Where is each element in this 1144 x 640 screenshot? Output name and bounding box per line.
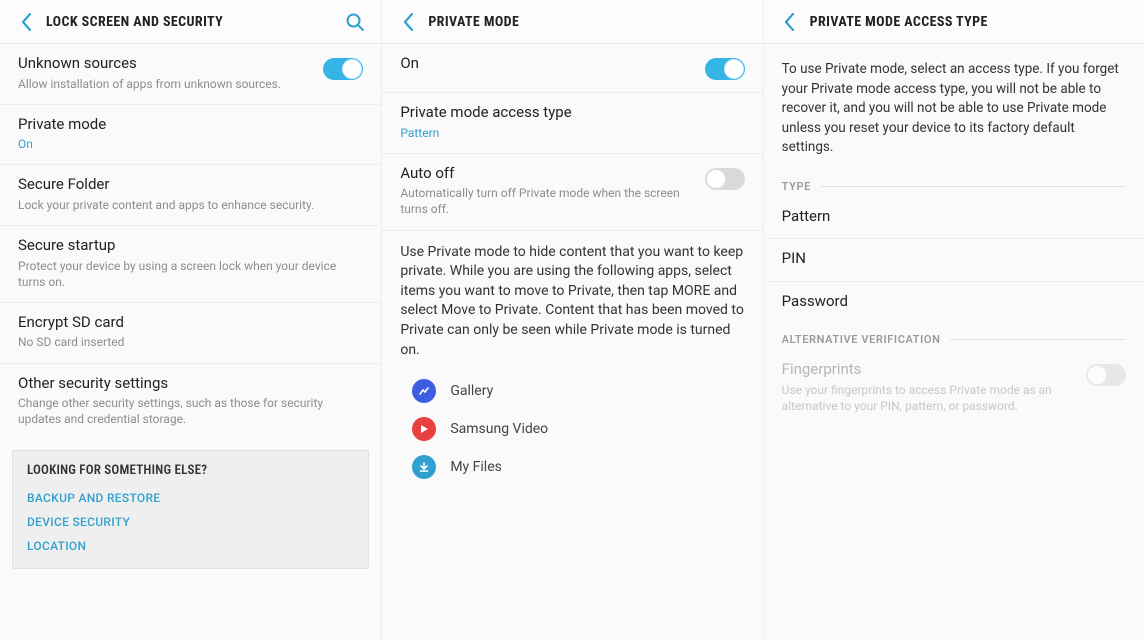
page-title: PRIVATE MODE ACCESS TYPE (810, 14, 1132, 30)
section-alt-verification: ALTERNATIVE VERIFICATION (764, 323, 1144, 350)
header: PRIVATE MODE (382, 0, 762, 44)
footer-link-location[interactable]: LOCATION (27, 534, 354, 558)
back-icon[interactable] (776, 8, 804, 36)
row-sub: Lock your private content and apps to en… (18, 197, 355, 213)
section-label: ALTERNATIVE VERIFICATION (782, 333, 941, 346)
row-title: Auto off (400, 164, 696, 184)
search-icon[interactable] (341, 8, 369, 36)
gallery-icon (412, 379, 436, 403)
row-title: Password (782, 292, 1118, 312)
row-title: Other security settings (18, 374, 355, 394)
option-password[interactable]: Password (764, 282, 1144, 324)
toggle-auto-off[interactable] (705, 168, 745, 190)
row-sub: On (18, 136, 355, 152)
header: LOCK SCREEN AND SECURITY (0, 0, 381, 44)
toggle-unknown-sources[interactable] (323, 58, 363, 80)
toggle-fingerprints (1086, 364, 1126, 386)
row-sub: No SD card inserted (18, 334, 355, 350)
app-gallery: Gallery (412, 372, 744, 410)
section-type: TYPE (764, 170, 1144, 197)
app-label: My Files (450, 459, 502, 475)
row-title: Unknown sources (18, 54, 315, 74)
app-samsung-video: Samsung Video (412, 410, 744, 448)
row-sub: Change other security settings, such as … (18, 395, 355, 427)
row-title: Pattern (782, 207, 1118, 227)
footer-heading: LOOKING FOR SOMETHING ELSE? (27, 463, 354, 478)
row-title: Private mode access type (400, 103, 736, 123)
row-fingerprints: Fingerprints Use your fingerprints to ac… (764, 350, 1144, 426)
row-other-security[interactable]: Other security settings Change other sec… (0, 364, 381, 440)
row-sub: Protect your device by using a screen lo… (18, 258, 355, 290)
divider (950, 339, 1126, 340)
screen-access-type: PRIVATE MODE ACCESS TYPE To use Private … (763, 0, 1144, 640)
row-title: Encrypt SD card (18, 313, 355, 333)
row-sub: Use your fingerprints to access Private … (782, 382, 1078, 414)
footer-link-backup[interactable]: BACKUP AND RESTORE (27, 486, 354, 510)
row-private-mode[interactable]: Private mode On (0, 105, 381, 166)
row-sub: Pattern (400, 125, 736, 141)
row-title: Fingerprints (782, 360, 1078, 380)
row-title: Private mode (18, 115, 355, 135)
footer-card: LOOKING FOR SOMETHING ELSE? BACKUP AND R… (12, 450, 369, 569)
row-title: Secure Folder (18, 175, 355, 195)
header: PRIVATE MODE ACCESS TYPE (764, 0, 1144, 44)
apps-list: Gallery Samsung Video My Files (382, 366, 762, 498)
screen-lock-and-security: LOCK SCREEN AND SECURITY Unknown sources… (0, 0, 381, 640)
back-icon[interactable] (12, 8, 40, 36)
row-title: Secure startup (18, 236, 355, 256)
screen-private-mode: PRIVATE MODE On Private mode access type… (381, 0, 762, 640)
page-title: PRIVATE MODE (428, 14, 750, 30)
app-label: Gallery (450, 383, 493, 399)
toggle-private-mode-on[interactable] (705, 58, 745, 80)
option-pattern[interactable]: Pattern (764, 197, 1144, 240)
row-on[interactable]: On (382, 44, 762, 93)
row-unknown-sources[interactable]: Unknown sources Allow installation of ap… (0, 44, 381, 105)
intro-text: To use Private mode, select an access ty… (764, 44, 1144, 170)
row-secure-startup[interactable]: Secure startup Protect your device by us… (0, 226, 381, 303)
video-icon (412, 417, 436, 441)
row-title: On (400, 54, 696, 74)
row-title: PIN (782, 249, 1118, 269)
row-secure-folder[interactable]: Secure Folder Lock your private content … (0, 165, 381, 226)
row-access-type[interactable]: Private mode access type Pattern (382, 93, 762, 154)
divider (821, 186, 1126, 187)
row-encrypt-sd[interactable]: Encrypt SD card No SD card inserted (0, 303, 381, 364)
files-icon (412, 455, 436, 479)
row-auto-off[interactable]: Auto off Automatically turn off Private … (382, 154, 762, 231)
app-my-files: My Files (412, 448, 744, 486)
row-sub: Automatically turn off Private mode when… (400, 185, 696, 217)
footer-link-device-security[interactable]: DEVICE SECURITY (27, 510, 354, 534)
section-label: TYPE (782, 180, 811, 193)
row-sub: Allow installation of apps from unknown … (18, 76, 315, 92)
option-pin[interactable]: PIN (764, 239, 1144, 282)
page-title: LOCK SCREEN AND SECURITY (46, 14, 341, 30)
private-mode-explanation: Use Private mode to hide content that yo… (382, 231, 762, 367)
app-label: Samsung Video (450, 421, 548, 437)
back-icon[interactable] (394, 8, 422, 36)
